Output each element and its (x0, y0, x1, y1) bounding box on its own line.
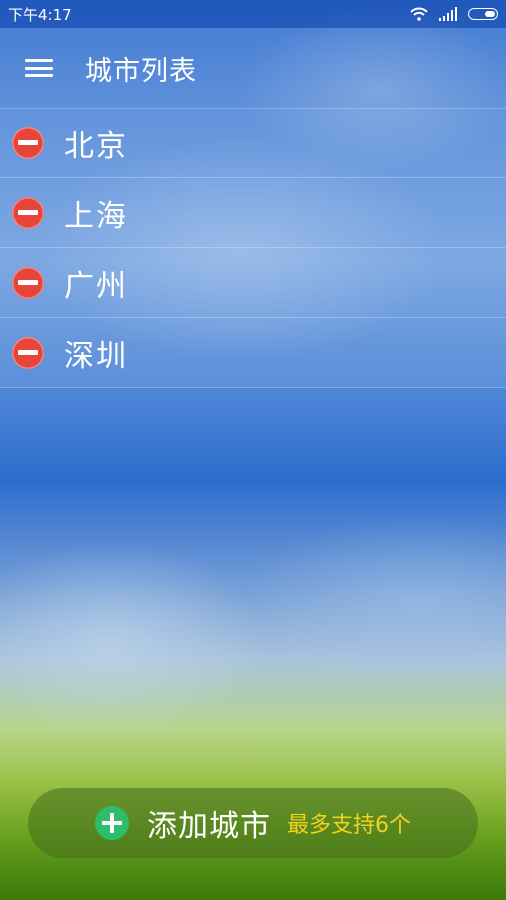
remove-icon[interactable] (12, 336, 44, 369)
city-name: 北京 (64, 128, 128, 164)
wifi-icon (410, 7, 428, 21)
city-name: 上海 (64, 198, 128, 234)
header: 城市列表 (0, 28, 506, 109)
remove-icon[interactable] (12, 126, 44, 159)
city-row-beijing[interactable]: 北京 (0, 108, 506, 178)
city-name: 深圳 (64, 338, 128, 374)
city-row-guangzhou[interactable]: 广州 (0, 248, 506, 318)
menu-line (25, 66, 53, 70)
status-time: 下午4:17 (8, 5, 72, 24)
remove-icon[interactable] (12, 266, 44, 299)
signal-icon (439, 7, 457, 21)
city-row-shanghai[interactable]: 上海 (0, 178, 506, 248)
plus-icon (95, 806, 129, 840)
add-city-label: 添加城市 (147, 809, 271, 844)
limit-note: 最多支持6个 (287, 813, 411, 838)
battery-level (485, 11, 495, 17)
city-row-shenzhen[interactable]: 深圳 (0, 318, 506, 388)
page-title: 城市列表 (85, 55, 197, 87)
menu-line (25, 59, 53, 62)
city-name: 广州 (64, 268, 128, 304)
menu-line (25, 74, 53, 77)
hamburger-menu-icon[interactable] (25, 57, 53, 79)
status-icons (410, 7, 498, 21)
remove-icon[interactable] (12, 196, 44, 229)
add-city-button[interactable]: 添加城市 最多支持6个 (28, 788, 478, 858)
city-list: 北京 上海 广州 深圳 (0, 108, 506, 388)
status-bar: 下午4:17 (0, 0, 506, 28)
battery-icon (468, 8, 498, 20)
